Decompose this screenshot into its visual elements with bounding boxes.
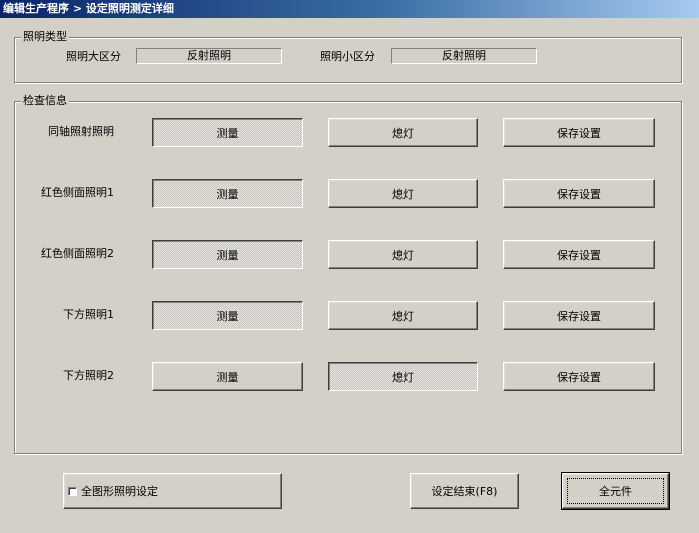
measure-button[interactable]: 测量 xyxy=(152,240,303,269)
measure-button-label: 测量 xyxy=(216,370,239,384)
measure-button[interactable]: 测量 xyxy=(152,179,303,208)
checkbox-box[interactable] xyxy=(68,486,77,496)
all-parts-button[interactable]: 全元件 xyxy=(561,472,670,510)
inspection-row-label: 红色侧面照明2 xyxy=(41,247,114,260)
save-settings-button-label: 保存设置 xyxy=(557,187,601,201)
measure-button[interactable]: 测量 xyxy=(152,362,303,391)
light-off-button-label: 熄灯 xyxy=(392,187,414,201)
measure-button[interactable]: 测量 xyxy=(152,118,303,147)
light-off-button[interactable]: 熄灯 xyxy=(328,240,478,269)
save-settings-button[interactable]: 保存设置 xyxy=(503,301,655,330)
save-settings-button-label: 保存设置 xyxy=(557,309,601,323)
light-off-button[interactable]: 熄灯 xyxy=(328,179,478,208)
minor-category-value: 反射照明 xyxy=(391,48,537,64)
inspection-row-label: 红色侧面照明1 xyxy=(41,186,114,199)
save-settings-button-label: 保存设置 xyxy=(557,370,601,384)
measure-button-label: 测量 xyxy=(216,309,239,323)
save-settings-button[interactable]: 保存设置 xyxy=(503,362,655,391)
light-off-button[interactable]: 熄灯 xyxy=(328,301,478,330)
major-category-value: 反射照明 xyxy=(136,48,282,64)
inspection-row-label: 同轴照射照明 xyxy=(48,125,114,138)
inspection-group: 检查信息 xyxy=(14,94,682,454)
measure-button-label: 测量 xyxy=(216,187,239,201)
light-off-button-label: 熄灯 xyxy=(392,370,414,384)
minor-category-label: 照明小区分 xyxy=(320,50,375,63)
save-settings-button[interactable]: 保存设置 xyxy=(503,240,655,269)
finish-settings-label: 设定结束(F8) xyxy=(431,485,498,498)
major-category-label: 照明大区分 xyxy=(66,50,121,63)
light-off-button-label: 熄灯 xyxy=(392,126,414,140)
inspection-row-label: 下方照明2 xyxy=(63,369,114,382)
light-off-button[interactable]: 熄灯 xyxy=(328,118,478,147)
window-title: 编辑生产程序 > 设定照明测定详细 xyxy=(0,0,699,18)
save-settings-button[interactable]: 保存设置 xyxy=(503,179,655,208)
light-off-button-label: 熄灯 xyxy=(392,248,414,262)
finish-settings-button[interactable]: 设定结束(F8) xyxy=(410,473,519,509)
save-settings-button-label: 保存设置 xyxy=(557,126,601,140)
save-settings-button[interactable]: 保存设置 xyxy=(503,118,655,147)
inspection-legend: 检查信息 xyxy=(21,94,69,108)
inspection-row-label: 下方照明1 xyxy=(63,308,114,321)
light-off-button-label: 熄灯 xyxy=(392,309,414,323)
measure-button-label: 测量 xyxy=(216,126,239,140)
lighting-type-legend: 照明类型 xyxy=(21,30,69,44)
checkbox-label: 全图形照明设定 xyxy=(81,485,158,498)
all-shapes-lighting-checkbox[interactable]: 全图形照明设定 xyxy=(63,473,282,509)
light-off-button[interactable]: 熄灯 xyxy=(328,362,478,391)
focus-rect xyxy=(567,478,664,504)
measure-button[interactable]: 测量 xyxy=(152,301,303,330)
save-settings-button-label: 保存设置 xyxy=(557,248,601,262)
measure-button-label: 测量 xyxy=(216,248,239,262)
